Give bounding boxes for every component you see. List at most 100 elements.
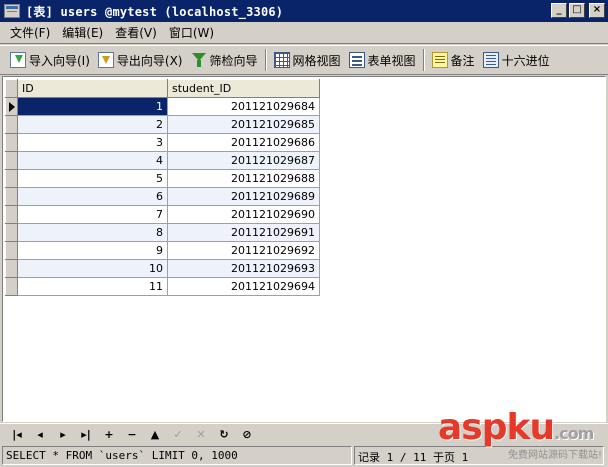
column-header-student-id[interactable]: student_ID [167, 79, 320, 98]
up-button[interactable]: ▲ [144, 426, 166, 444]
import-icon [10, 52, 26, 68]
minimize-button[interactable]: _ [551, 3, 567, 18]
table-row[interactable]: 7 201121029690 [5, 205, 320, 224]
cell-id[interactable]: 3 [17, 133, 168, 152]
data-grid: ID student_ID 1 201121029684 2 201121029685… [5, 79, 320, 296]
menu-edit[interactable]: 编辑(E) [56, 24, 109, 41]
export-wizard-button[interactable]: 导出向导(X) [94, 48, 187, 72]
refresh-button[interactable]: ↻ [213, 426, 235, 444]
memo-label: 备注 [450, 53, 475, 68]
window-titlebar[interactable]: [表] users @mytest (localhost_3306) _ □ × [0, 0, 608, 22]
grid-corner [5, 79, 18, 98]
export-wizard-label: 导出向导(X) [116, 53, 183, 68]
hex-button[interactable]: 十六进位 [479, 48, 554, 72]
cell-student-id[interactable]: 201121029687 [167, 151, 320, 170]
form-view-label: 表单视图 [367, 53, 416, 68]
row-indicator[interactable] [5, 277, 18, 296]
cell-student-id[interactable]: 201121029692 [167, 241, 320, 260]
apply-changes-button[interactable]: ✓ [167, 426, 189, 444]
cell-student-id[interactable]: 201121029690 [167, 205, 320, 224]
row-indicator[interactable] [5, 259, 18, 278]
filter-wizard-label: 筛检向导 [209, 53, 258, 68]
cell-id[interactable]: 10 [17, 259, 168, 278]
import-wizard-button[interactable]: 导入向导(I) [6, 48, 94, 72]
table-row[interactable]: 8 201121029691 [5, 223, 320, 242]
toolbar: 导入向导(I) 导出向导(X) 筛检向导 网格视图 表单视图 备注 十六进位 [0, 45, 608, 75]
column-header-id[interactable]: ID [17, 79, 168, 98]
form-view-icon [348, 52, 365, 68]
cancel-changes-button[interactable]: ✕ [190, 426, 212, 444]
memo-button[interactable]: 备注 [428, 48, 479, 72]
cell-student-id[interactable]: 201121029689 [167, 187, 320, 206]
status-bar: SELECT * FROM `users` LIMIT 0, 1000 记录 1… [0, 445, 608, 467]
cell-student-id[interactable]: 201121029685 [167, 115, 320, 134]
filter-wizard-button[interactable]: 筛检向导 [187, 48, 262, 72]
grid-view-button[interactable]: 网格视图 [270, 48, 345, 72]
row-indicator[interactable] [5, 205, 18, 224]
cell-student-id[interactable]: 201121029694 [167, 277, 320, 296]
export-icon [97, 52, 114, 68]
row-indicator[interactable] [5, 241, 18, 260]
data-grid-area[interactable]: ID student_ID 1 201121029684 2 201121029685… [2, 76, 606, 422]
row-indicator[interactable] [5, 133, 18, 152]
menu-file[interactable]: 文件(F) [4, 24, 56, 41]
grid-body: 1 201121029684 2 201121029685 3 201121029686 4… [5, 97, 320, 296]
table-icon [4, 4, 20, 18]
hex-label: 十六进位 [501, 53, 550, 68]
cell-student-id[interactable]: 201121029691 [167, 223, 320, 242]
row-indicator[interactable] [5, 223, 18, 242]
row-indicator[interactable] [5, 187, 18, 206]
grid-view-icon [273, 52, 290, 68]
last-record-button[interactable]: ▸| [75, 426, 97, 444]
table-row[interactable]: 3 201121029686 [5, 133, 320, 152]
status-record-position: 记录 1 / 11 于页 1 [354, 446, 604, 465]
close-button[interactable]: × [589, 3, 605, 18]
table-row[interactable]: 6 201121029689 [5, 187, 320, 206]
cell-id[interactable]: 7 [17, 205, 168, 224]
memo-icon [431, 52, 448, 68]
cell-id[interactable]: 11 [17, 277, 168, 296]
grid-header-row: ID student_ID [5, 79, 320, 98]
toolbar-separator [422, 49, 425, 71]
import-wizard-label: 导入向导(I) [29, 53, 90, 68]
filter-icon [191, 52, 207, 68]
add-record-button[interactable]: + [98, 426, 120, 444]
row-indicator[interactable] [5, 169, 18, 188]
form-view-button[interactable]: 表单视图 [345, 48, 420, 72]
menu-window[interactable]: 窗口(W) [163, 24, 220, 41]
table-row[interactable]: 5 201121029688 [5, 169, 320, 188]
toolbar-separator [264, 49, 267, 71]
menu-view[interactable]: 查看(V) [109, 24, 163, 41]
record-navigator: |◂ ◂ ▸ ▸| + − ▲ ✓ ✕ ↻ ⊘ [0, 423, 608, 445]
table-row[interactable]: 2 201121029685 [5, 115, 320, 134]
cell-student-id[interactable]: 201121029686 [167, 133, 320, 152]
cell-id[interactable]: 1 [17, 97, 168, 116]
row-indicator[interactable] [5, 115, 18, 134]
next-record-button[interactable]: ▸ [52, 426, 74, 444]
cell-id[interactable]: 4 [17, 151, 168, 170]
window-controls: _ □ × [551, 3, 605, 18]
delete-record-button[interactable]: − [121, 426, 143, 444]
cell-id[interactable]: 6 [17, 187, 168, 206]
hex-icon [482, 52, 499, 68]
cell-id[interactable]: 8 [17, 223, 168, 242]
stop-button[interactable]: ⊘ [236, 426, 258, 444]
first-record-button[interactable]: |◂ [6, 426, 28, 444]
status-sql-query: SELECT * FROM `users` LIMIT 0, 1000 [2, 446, 352, 465]
table-row[interactable]: 11 201121029694 [5, 277, 320, 296]
cell-student-id[interactable]: 201121029688 [167, 169, 320, 188]
table-row[interactable]: 10 201121029693 [5, 259, 320, 278]
cell-student-id[interactable]: 201121029693 [167, 259, 320, 278]
table-row[interactable]: 1 201121029684 [5, 97, 320, 116]
cell-id[interactable]: 9 [17, 241, 168, 260]
row-indicator[interactable] [5, 97, 18, 116]
maximize-button[interactable]: □ [569, 3, 585, 18]
prev-record-button[interactable]: ◂ [29, 426, 51, 444]
table-row[interactable]: 9 201121029692 [5, 241, 320, 260]
window-title: [表] users @mytest (localhost_3306) [26, 4, 284, 19]
table-row[interactable]: 4 201121029687 [5, 151, 320, 170]
cell-student-id[interactable]: 201121029684 [167, 97, 320, 116]
cell-id[interactable]: 5 [17, 169, 168, 188]
row-indicator[interactable] [5, 151, 18, 170]
cell-id[interactable]: 2 [17, 115, 168, 134]
